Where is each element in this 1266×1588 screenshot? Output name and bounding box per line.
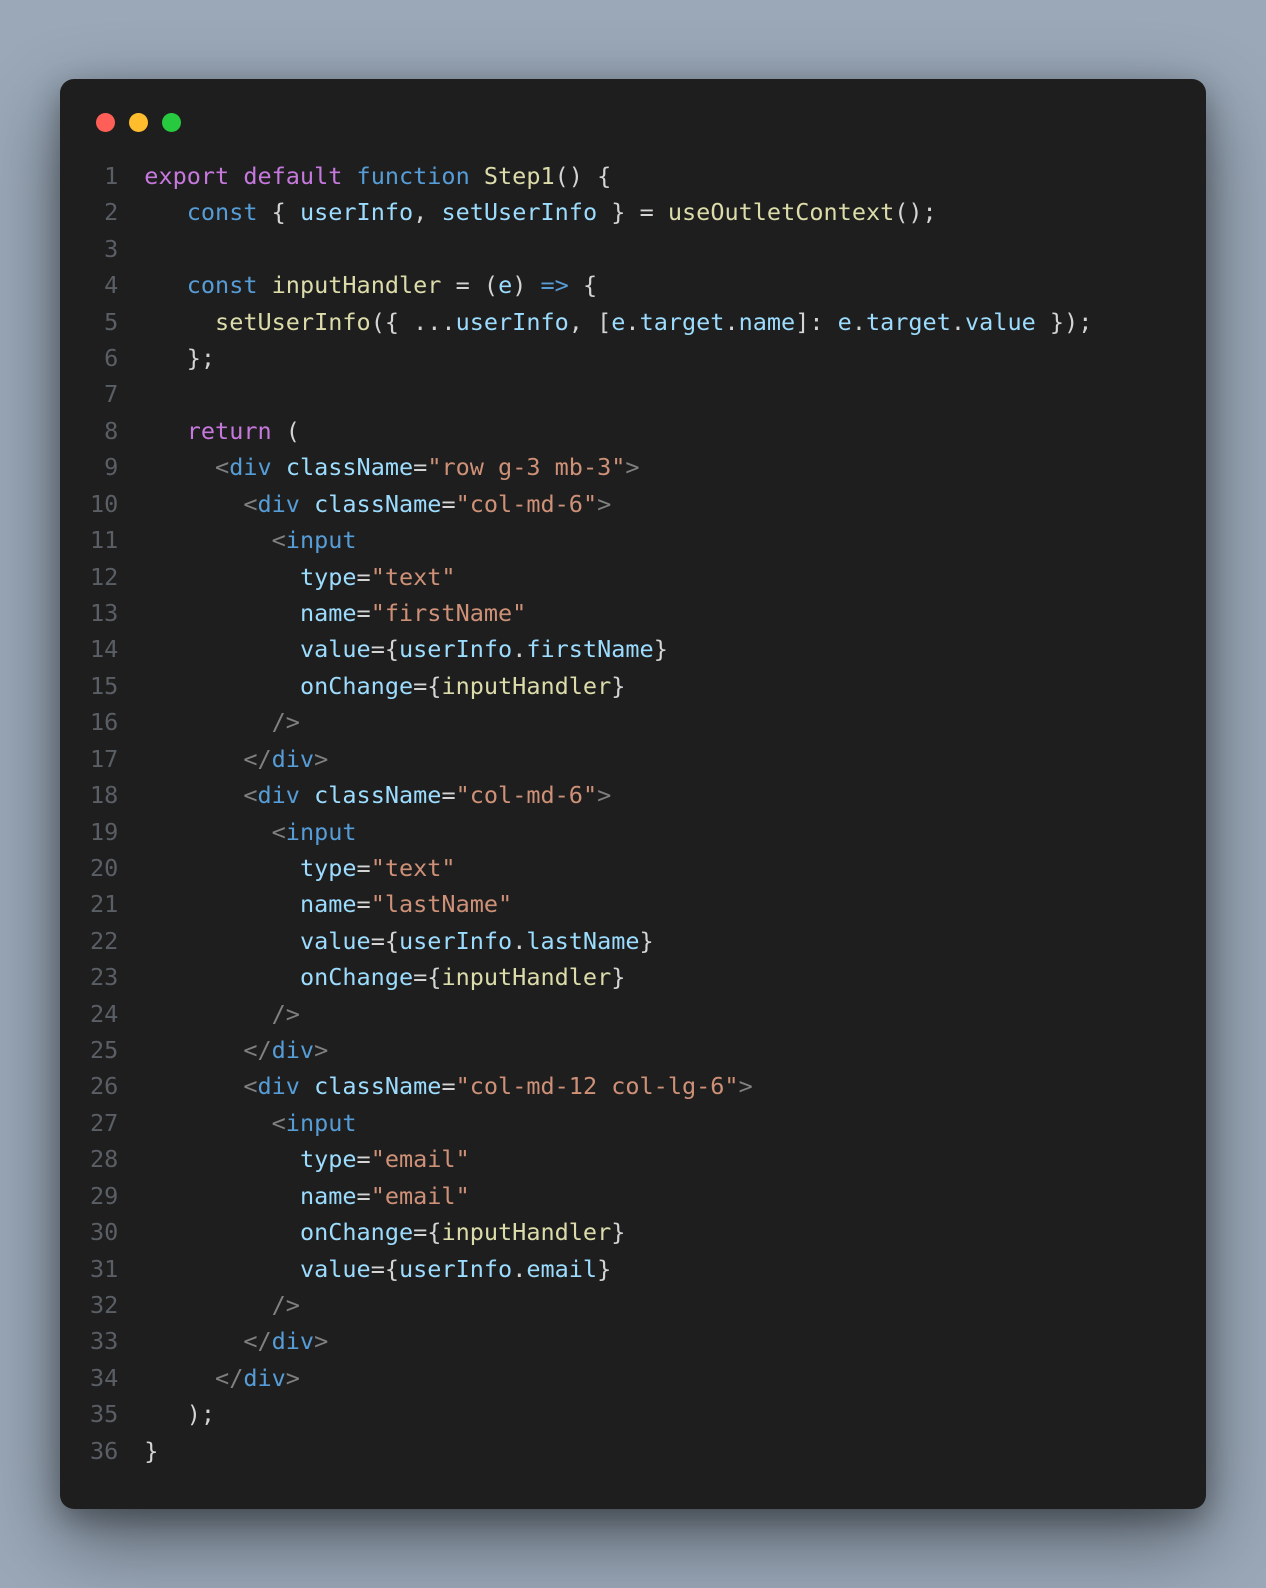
code-line: value={userInfo.email} [144, 1251, 1092, 1287]
code-line: <div className="col-md-6"> [144, 777, 1092, 813]
code-line: }; [144, 340, 1092, 376]
code-window: 1 2 3 4 5 6 7 8 9 10 11 12 13 14 15 16 1… [60, 79, 1206, 1509]
code-line: </div> [144, 1323, 1092, 1359]
code-line: const inputHandler = (e) => { [144, 267, 1092, 303]
code-line: const { userInfo, setUserInfo } = useOut… [144, 194, 1092, 230]
code-line: type="email" [144, 1141, 1092, 1177]
zoom-icon[interactable] [162, 113, 181, 132]
code-line [144, 376, 1092, 412]
code-line: <div className="col-md-6"> [144, 486, 1092, 522]
code-line: </div> [144, 1032, 1092, 1068]
code-line: onChange={inputHandler} [144, 1214, 1092, 1250]
window-titlebar [90, 105, 1176, 158]
code-line: /> [144, 1287, 1092, 1323]
code-line: name="firstName" [144, 595, 1092, 631]
code-line: export default function Step1() { [144, 158, 1092, 194]
code-line: value={userInfo.lastName} [144, 923, 1092, 959]
code-line [144, 231, 1092, 267]
code-line: type="text" [144, 559, 1092, 595]
code-line: return ( [144, 413, 1092, 449]
code-line: <div className="col-md-12 col-lg-6"> [144, 1068, 1092, 1104]
code-line: <input [144, 522, 1092, 558]
code-line: name="email" [144, 1178, 1092, 1214]
code-line: /> [144, 704, 1092, 740]
code-area: 1 2 3 4 5 6 7 8 9 10 11 12 13 14 15 16 1… [90, 158, 1176, 1469]
code-line: ); [144, 1396, 1092, 1432]
code-line: </div> [144, 1360, 1092, 1396]
code-line: } [144, 1433, 1092, 1469]
code-line: <input [144, 1105, 1092, 1141]
code-line: onChange={inputHandler} [144, 668, 1092, 704]
minimize-icon[interactable] [129, 113, 148, 132]
close-icon[interactable] [96, 113, 115, 132]
code-line: setUserInfo({ ...userInfo, [e.target.nam… [144, 304, 1092, 340]
code-line: onChange={inputHandler} [144, 959, 1092, 995]
line-number-gutter: 1 2 3 4 5 6 7 8 9 10 11 12 13 14 15 16 1… [90, 158, 144, 1469]
code-line: <div className="row g-3 mb-3"> [144, 449, 1092, 485]
code-line: </div> [144, 741, 1092, 777]
code-line: value={userInfo.firstName} [144, 631, 1092, 667]
code-line: type="text" [144, 850, 1092, 886]
code-lines[interactable]: export default function Step1() { const … [144, 158, 1092, 1469]
code-line: name="lastName" [144, 886, 1092, 922]
code-line: /> [144, 996, 1092, 1032]
code-line: <input [144, 814, 1092, 850]
